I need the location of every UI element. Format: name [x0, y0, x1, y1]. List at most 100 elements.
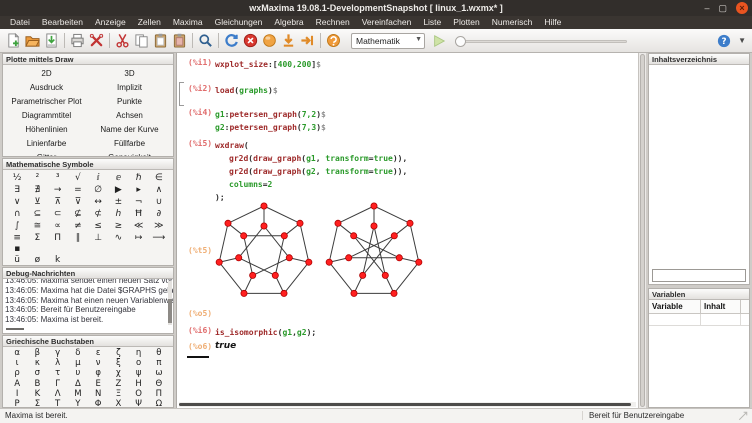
symbol-button[interactable]: ≪	[129, 220, 149, 232]
debug-vertical-scrollbar[interactable]	[168, 281, 172, 325]
worksheet-vscroll-thumb[interactable]	[640, 54, 645, 407]
symbol-button[interactable]: ∪	[149, 196, 169, 208]
symbol-button[interactable]: ⊂	[48, 208, 68, 220]
greek-letter-button[interactable]: Μ	[68, 389, 88, 399]
draw-tool-f-llfarbe[interactable]: Füllfarbe	[88, 136, 171, 150]
copy-icon[interactable]	[132, 31, 151, 50]
configure-icon[interactable]	[87, 31, 106, 50]
evaluate-cell-icon[interactable]	[260, 31, 279, 50]
symbol-button[interactable]: ∈	[149, 172, 169, 184]
greek-letter-button[interactable]: ψ	[129, 368, 149, 378]
debug-horizontal-scroll-thumb[interactable]	[6, 328, 24, 330]
greek-letter-button[interactable]: τ	[48, 368, 68, 378]
greek-letter-button[interactable]: υ	[68, 368, 88, 378]
draw-tool-achsen[interactable]: Achsen	[88, 108, 171, 122]
symbol-button[interactable]: ∨	[7, 196, 27, 208]
greek-letter-button[interactable]: ο	[129, 358, 149, 368]
symbol-button[interactable]: ↔	[88, 196, 108, 208]
symbol-button[interactable]: ⅈ	[88, 172, 108, 184]
greek-letter-button[interactable]: Α	[7, 379, 27, 389]
symbol-button[interactable]: ≡	[7, 232, 27, 244]
greek-letter-button[interactable]: Ψ	[129, 399, 149, 408]
symbol-button[interactable]: ∧	[149, 184, 169, 196]
close-button[interactable]: ×	[736, 2, 748, 14]
worksheet-hscroll-thumb[interactable]	[179, 403, 631, 406]
symbol-button[interactable]: ▸	[129, 184, 149, 196]
greek-letter-button[interactable]: Ο	[129, 389, 149, 399]
variables-table-row[interactable]	[649, 314, 749, 326]
symbol-button[interactable]: ø	[27, 255, 47, 266]
symbol-button[interactable]: =	[68, 184, 88, 196]
symbol-button[interactable]: ▶	[108, 184, 128, 196]
symbol-button[interactable]: ⟶	[149, 232, 169, 244]
symbol-button[interactable]: ∥	[68, 232, 88, 244]
help-icon[interactable]: ?	[714, 31, 733, 50]
draw-tool-parametrischer-plot[interactable]: Parametrischer Plot	[5, 94, 88, 108]
symbol-button[interactable]: ⊥	[88, 232, 108, 244]
greek-letter-button[interactable]: θ	[149, 348, 169, 358]
symbol-button[interactable]: ≅	[27, 220, 47, 232]
greek-letter-button[interactable]: Ζ	[108, 379, 128, 389]
menu-datei[interactable]: Datei	[4, 16, 36, 29]
evaluate-to-cursor-icon[interactable]	[298, 31, 317, 50]
greek-letter-button[interactable]: ξ	[108, 358, 128, 368]
follow-evaluation-icon[interactable]	[279, 31, 298, 50]
find-icon[interactable]	[196, 31, 215, 50]
symbol-button[interactable]: ⊆	[27, 208, 47, 220]
greek-letter-button[interactable]: Ω	[149, 399, 169, 408]
play-animation-button[interactable]	[431, 33, 447, 49]
symbol-button[interactable]: ∝	[48, 220, 68, 232]
greek-letter-button[interactable]: Κ	[27, 389, 47, 399]
greek-letter-button[interactable]: κ	[27, 358, 47, 368]
cell-code[interactable]: load(graphs)$	[215, 84, 278, 97]
toc-filter-input[interactable]	[652, 269, 746, 282]
symbol-button[interactable]: ∅	[88, 184, 108, 196]
draw-tool-3d[interactable]: 3D	[88, 66, 171, 80]
greek-letter-button[interactable]: δ	[68, 348, 88, 358]
symbol-button[interactable]: →	[48, 184, 68, 196]
symbol-button[interactable]: Π	[48, 232, 68, 244]
greek-letter-button[interactable]: λ	[48, 358, 68, 368]
debug-scroll-thumb[interactable]	[168, 299, 172, 323]
symbol-button[interactable]: ½	[7, 172, 27, 184]
greek-letter-button[interactable]: Τ	[48, 399, 68, 408]
slider-handle[interactable]	[455, 36, 466, 47]
symbol-button[interactable]: ∂	[149, 208, 169, 220]
draw-tool-diagrammtitel[interactable]: Diagrammtitel	[5, 108, 88, 122]
symbol-button[interactable]: k	[48, 255, 68, 266]
symbol-button[interactable]: ≥	[108, 220, 128, 232]
greek-letter-button[interactable]: Η	[129, 379, 149, 389]
maximize-button[interactable]: ▢	[718, 4, 727, 13]
symbol-button[interactable]: ∫	[7, 220, 27, 232]
greek-letter-button[interactable]: Ξ	[108, 389, 128, 399]
menu-maxima[interactable]: Maxima	[167, 16, 209, 29]
print-icon[interactable]	[68, 31, 87, 50]
symbol-button[interactable]: √	[68, 172, 88, 184]
symbol-button[interactable]: ∩	[7, 208, 27, 220]
greek-letter-button[interactable]: ζ	[108, 348, 128, 358]
draw-tool-ausdruck[interactable]: Ausdruck	[5, 80, 88, 94]
menu-hilfe[interactable]: Hilfe	[538, 16, 567, 29]
greek-letter-button[interactable]: Δ	[68, 379, 88, 389]
worksheet-horizontal-scrollbar[interactable]	[179, 402, 636, 407]
symbol-button[interactable]: ⊈	[68, 208, 88, 220]
symbol-button[interactable]: ⅇ	[108, 172, 128, 184]
interrupt-icon[interactable]	[241, 31, 260, 50]
menu-liste[interactable]: Liste	[417, 16, 447, 29]
symbol-button[interactable]: ℎ	[108, 208, 128, 220]
greek-letter-button[interactable]: ω	[149, 368, 169, 378]
symbol-button[interactable]: ⊻	[27, 196, 47, 208]
cell-code[interactable]: wxdraw(gr2d(draw_graph(g1, transform=tru…	[215, 139, 407, 204]
greek-letter-button[interactable]: ν	[88, 358, 108, 368]
symbol-button[interactable]: ³	[48, 172, 68, 184]
symbol-button[interactable]: Σ	[27, 232, 47, 244]
greek-letter-button[interactable]: Β	[27, 379, 47, 389]
open-icon[interactable]	[23, 31, 42, 50]
draw-tool-2d[interactable]: 2D	[5, 66, 88, 80]
greek-letter-button[interactable]: β	[27, 348, 47, 358]
animation-slider[interactable]	[455, 34, 627, 48]
greek-letter-button[interactable]: φ	[88, 368, 108, 378]
variable-name-cell[interactable]	[649, 314, 701, 325]
menu-bearbeiten[interactable]: Bearbeiten	[36, 16, 89, 29]
minimize-button[interactable]: –	[704, 4, 709, 13]
